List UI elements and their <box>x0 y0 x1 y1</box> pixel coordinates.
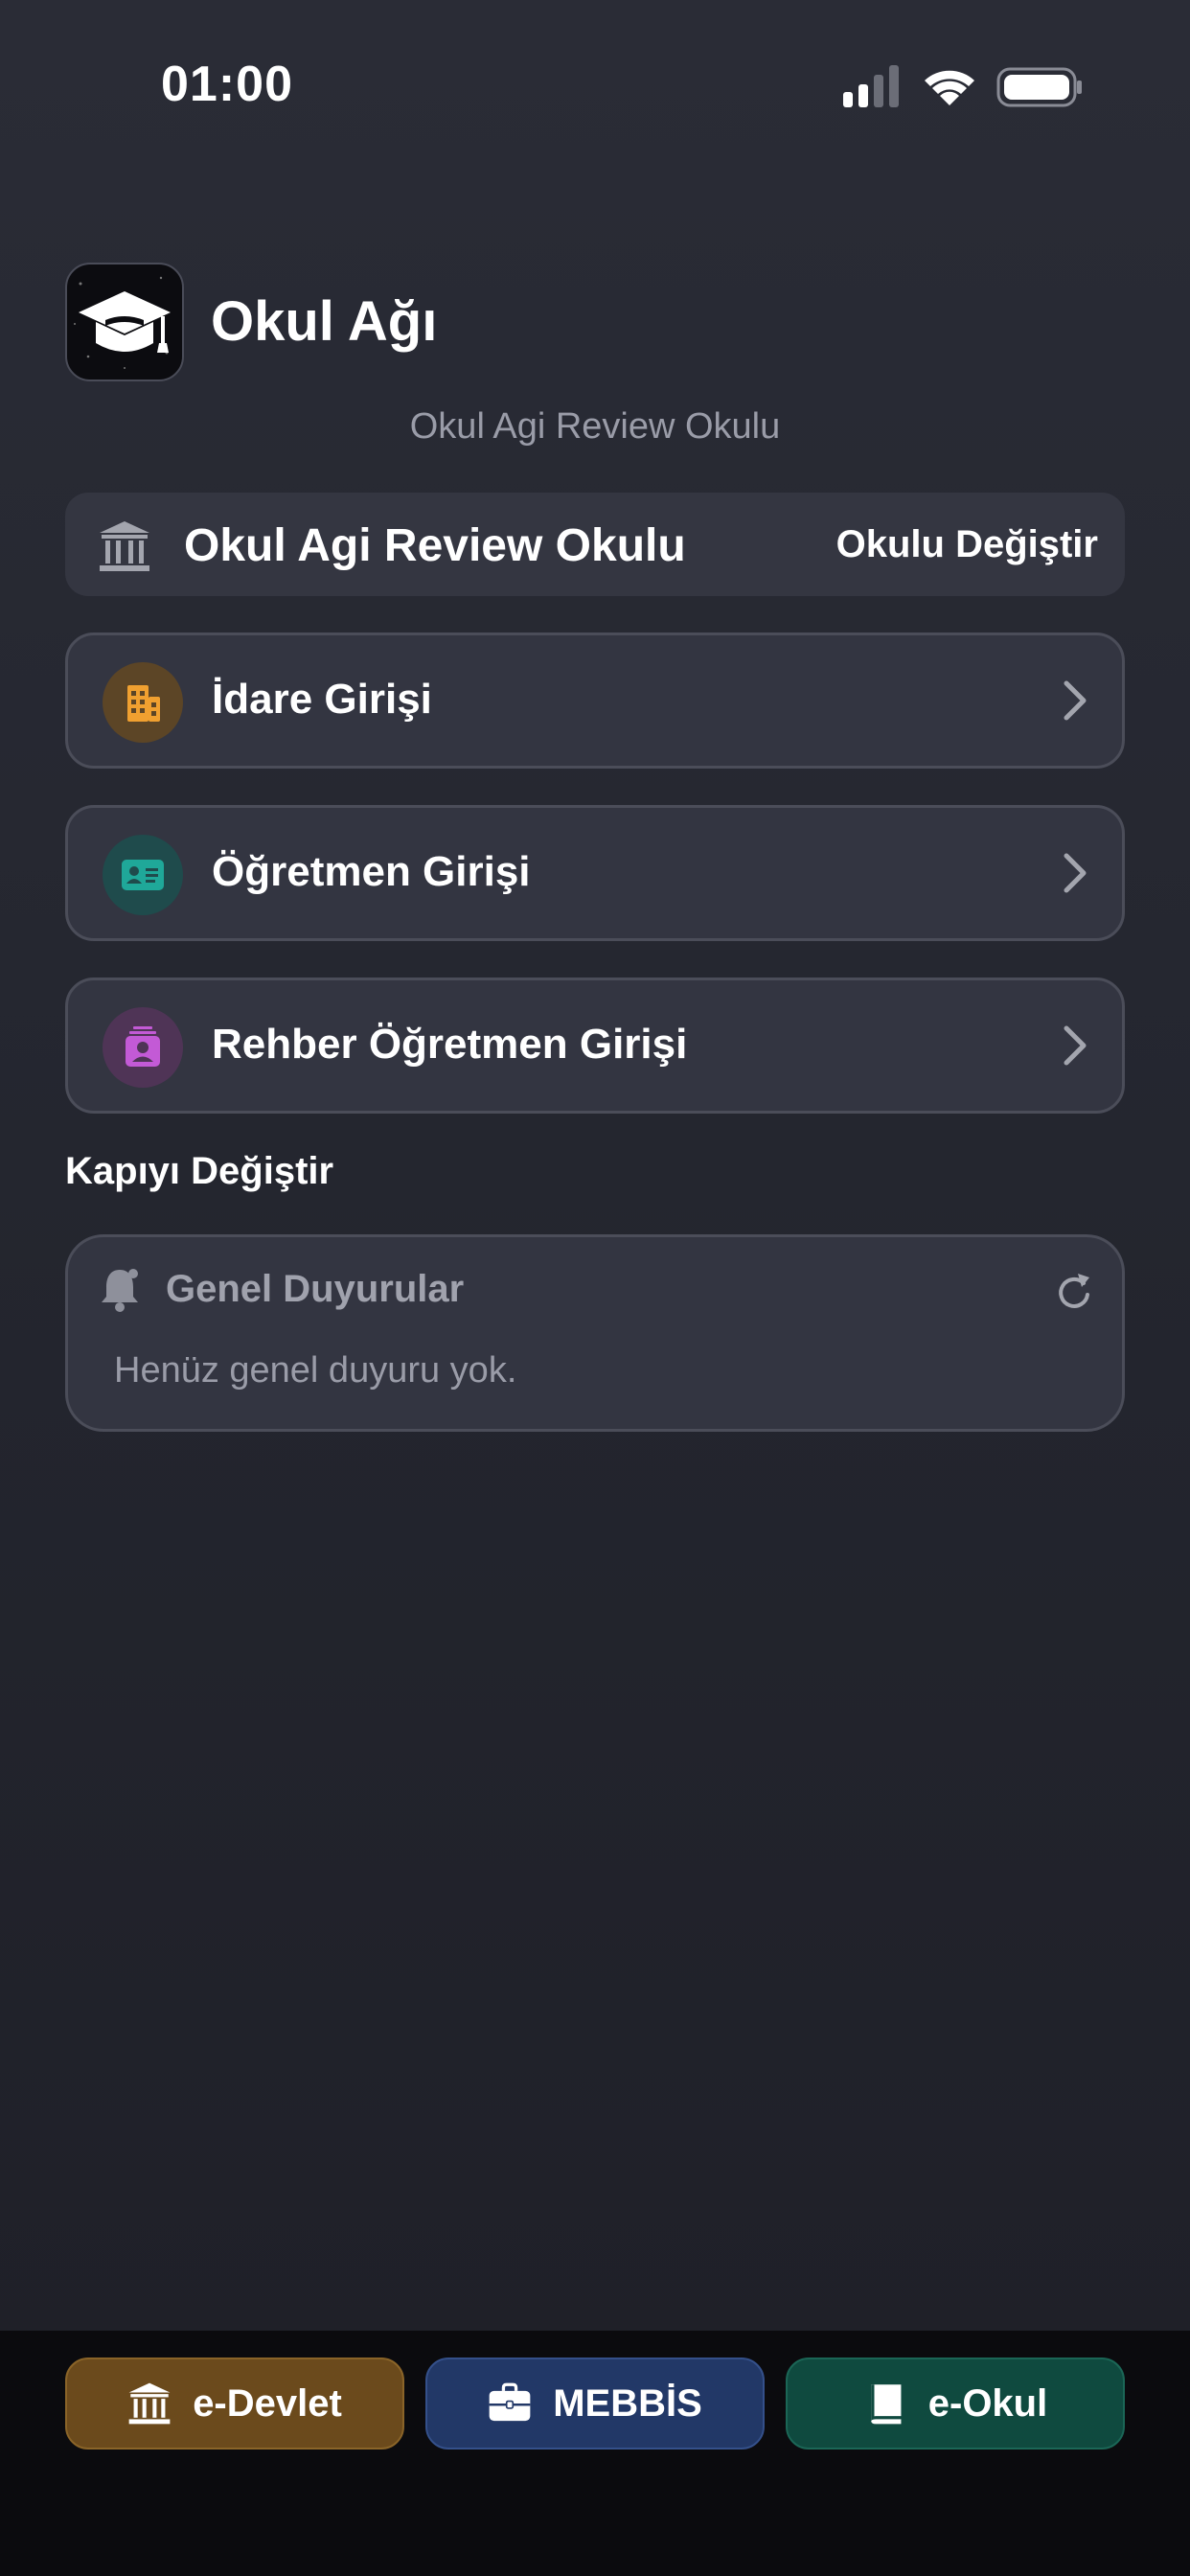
school-subtitle: Okul Agi Review Okulu <box>409 406 781 447</box>
status-icons <box>843 65 1082 107</box>
teacher-login-label: Öğretmen Girişi <box>212 848 531 895</box>
status-time: 01:00 <box>161 57 293 112</box>
mebbis-label: MEBBİS <box>553 2381 702 2425</box>
e-devlet-button[interactable]: e-Devlet <box>65 2358 404 2450</box>
battery-icon <box>996 67 1082 107</box>
bank-icon <box>128 2382 171 2425</box>
signal-icon <box>843 65 899 107</box>
announcements-title: Genel Duyurular <box>166 1268 465 1310</box>
admin-login-button[interactable]: İdare Girişi <box>65 632 1125 769</box>
graduation-cap-icon <box>74 276 171 369</box>
book-icon <box>870 2384 902 2425</box>
admin-login-label: İdare Girişi <box>212 676 432 723</box>
bank-icon <box>100 521 149 571</box>
id-card-icon <box>122 860 164 890</box>
briefcase-icon <box>489 2382 531 2422</box>
bell-icon <box>102 1269 138 1312</box>
change-school-button[interactable]: Okulu Değiştir <box>836 523 1098 566</box>
school-name: Okul Agi Review Okulu <box>184 520 686 571</box>
building-icon <box>127 685 160 722</box>
wifi-icon <box>925 70 974 105</box>
announcements-empty-text: Henüz genel duyuru yok. <box>114 1350 517 1391</box>
app-title: Okul Ağı <box>211 290 438 353</box>
app-logo <box>65 263 184 381</box>
mebbis-button[interactable]: MEBBİS <box>425 2358 765 2450</box>
announcements-card: Genel Duyurular Henüz genel duyuru yok. <box>65 1234 1125 1432</box>
change-gate-link[interactable]: Kapıyı Değiştir <box>65 1150 333 1193</box>
chevron-right-icon <box>1064 1025 1087 1066</box>
counselor-login-button[interactable]: Rehber Öğretmen Girişi <box>65 978 1125 1114</box>
badge-icon <box>126 1026 160 1067</box>
building-icon-badge <box>103 662 183 743</box>
e-okul-label: e-Okul <box>927 2381 1048 2425</box>
refresh-icon[interactable] <box>1055 1270 1093 1312</box>
teacher-login-button[interactable]: Öğretmen Girişi <box>65 805 1125 941</box>
id-card-icon-badge <box>103 835 183 915</box>
badge-icon-badge <box>103 1007 183 1088</box>
e-devlet-label: e-Devlet <box>193 2381 342 2425</box>
counselor-login-label: Rehber Öğretmen Girişi <box>212 1021 688 1068</box>
chevron-right-icon <box>1064 680 1087 721</box>
e-okul-button[interactable]: e-Okul <box>786 2358 1125 2450</box>
school-selector: Okul Agi Review Okulu Okulu Değiştir <box>65 493 1125 596</box>
chevron-right-icon <box>1064 853 1087 893</box>
